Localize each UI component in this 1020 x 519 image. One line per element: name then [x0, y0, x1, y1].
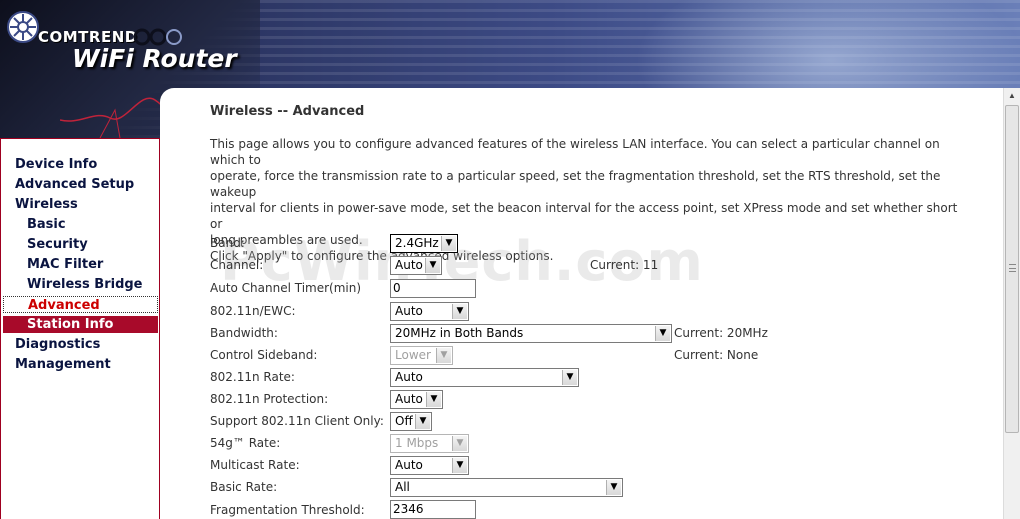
sidebar-item-wireless[interactable]: Wireless: [1, 196, 159, 213]
product-name: WiFi Router: [72, 44, 237, 73]
sidebar-item-mac-filter[interactable]: MAC Filter: [1, 256, 159, 273]
main-content: Wireless -- Advanced This page allows yo…: [160, 88, 1003, 519]
n-rate-value: Auto: [395, 370, 423, 384]
g-rate-label: 54g™ Rate:: [210, 436, 281, 450]
band-label: Band:: [210, 236, 245, 250]
chevron-down-icon: ▼: [436, 348, 451, 363]
chevron-down-icon: ▼: [425, 258, 440, 273]
chevron-down-icon: ▼: [655, 326, 670, 341]
chevron-down-icon: ▼: [452, 304, 467, 319]
multicast-rate-value: Auto: [395, 458, 423, 472]
chevron-down-icon: ▼: [452, 436, 467, 451]
chevron-down-icon: ▼: [426, 392, 441, 407]
n-rate-label: 802.11n Rate:: [210, 370, 295, 384]
sidebar-item-management[interactable]: Management: [1, 356, 159, 373]
chevron-down-icon: ▼: [415, 414, 430, 429]
n-client-only-label: Support 802.11n Client Only:: [210, 414, 384, 428]
basic-rate-select[interactable]: All ▼: [390, 478, 623, 497]
g-rate-value: 1 Mbps: [395, 436, 439, 450]
sidebar-item-basic[interactable]: Basic: [1, 216, 159, 233]
comtrend-logo-icon: [7, 11, 39, 43]
bandwidth-select[interactable]: 20MHz in Both Bands ▼: [390, 324, 672, 343]
sidebar-item-diagnostics[interactable]: Diagnostics: [1, 336, 159, 353]
sidebar-item-advanced[interactable]: Advanced: [3, 296, 158, 313]
scrollbar-thumb[interactable]: [1005, 105, 1019, 433]
g-rate-select: 1 Mbps ▼: [390, 434, 469, 453]
sidebar-item-advanced-setup[interactable]: Advanced Setup: [1, 176, 159, 193]
page-description: This page allows you to configure advanc…: [210, 136, 970, 264]
auto-channel-timer-input[interactable]: 0: [390, 279, 476, 298]
multicast-rate-select[interactable]: Auto ▼: [390, 456, 469, 475]
ewc-select[interactable]: Auto ▼: [390, 302, 469, 321]
band-value: 2.4GHz: [395, 236, 439, 250]
multicast-rate-label: Multicast Rate:: [210, 458, 300, 472]
sidebar-item-security[interactable]: Security: [1, 236, 159, 253]
bandwidth-value: 20MHz in Both Bands: [395, 326, 524, 340]
basic-rate-value: All: [395, 480, 410, 494]
page-title: Wireless -- Advanced: [210, 104, 365, 119]
grip-icon: [1009, 264, 1016, 272]
bandwidth-label: Bandwidth:: [210, 326, 278, 340]
sidebar-item-wireless-bridge[interactable]: Wireless Bridge: [1, 276, 159, 293]
chevron-down-icon: ▼: [441, 236, 456, 251]
n-client-only-select[interactable]: Off ▼: [390, 412, 432, 431]
ewc-value: Auto: [395, 304, 423, 318]
n-protection-value: Auto: [395, 392, 423, 406]
channel-label: Channel:: [210, 258, 264, 272]
basic-rate-label: Basic Rate:: [210, 480, 278, 494]
channel-current: Current: 11: [590, 258, 659, 272]
vertical-scrollbar[interactable]: ▲: [1003, 88, 1020, 519]
ewc-label: 802.11n/EWC:: [210, 304, 296, 318]
description-line: long preambles are used.: [210, 233, 363, 247]
channel-value: Auto: [395, 258, 423, 272]
chevron-down-icon: ▼: [452, 458, 467, 473]
scroll-up-icon[interactable]: ▲: [1004, 88, 1020, 104]
chevron-down-icon: ▼: [606, 480, 621, 495]
control-sideband-label: Control Sideband:: [210, 348, 318, 362]
control-sideband-current: Current: None: [674, 348, 759, 362]
channel-select[interactable]: Auto ▼: [390, 256, 442, 275]
n-rate-select[interactable]: Auto ▼: [390, 368, 579, 387]
n-protection-label: 802.11n Protection:: [210, 392, 329, 406]
control-sideband-select: Lower ▼: [390, 346, 453, 365]
chevron-down-icon: ▼: [562, 370, 577, 385]
frag-threshold-label: Fragmentation Threshold:: [210, 503, 365, 517]
n-protection-select[interactable]: Auto ▼: [390, 390, 443, 409]
n-client-only-value: Off: [395, 414, 413, 428]
frag-threshold-input[interactable]: 2346: [390, 500, 476, 519]
control-sideband-value: Lower: [395, 348, 431, 362]
bandwidth-current: Current: 20MHz: [674, 326, 768, 340]
description-line: interval for clients in power-save mode,…: [210, 201, 958, 231]
sidebar-item-device-info[interactable]: Device Info: [1, 156, 159, 173]
description-line: This page allows you to configure advanc…: [210, 137, 940, 167]
auto-channel-timer-label: Auto Channel Timer(min): [210, 281, 362, 295]
description-line: operate, force the transmission rate to …: [210, 169, 941, 199]
sidebar-item-station-info[interactable]: Station Info: [3, 316, 158, 333]
sidebar-nav: Device Info Advanced Setup Wireless Basi…: [0, 138, 160, 519]
band-select[interactable]: 2.4GHz ▼: [390, 234, 458, 253]
